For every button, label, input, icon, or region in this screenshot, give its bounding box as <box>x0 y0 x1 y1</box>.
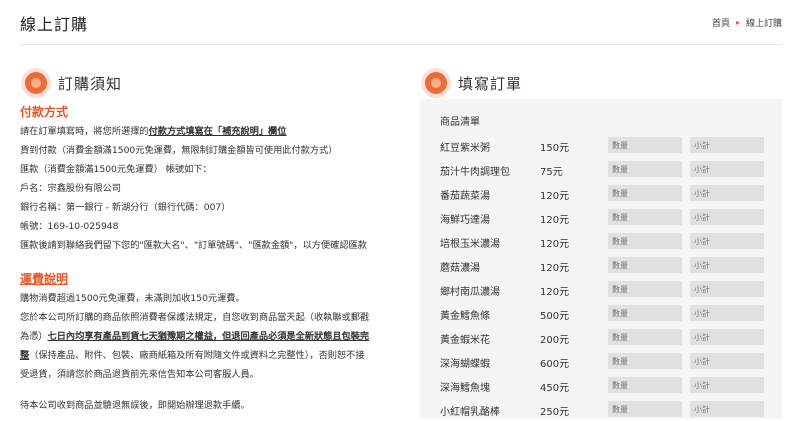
breadcrumb-home-link[interactable]: 首頁 <box>712 16 730 29</box>
product-name: 黃金蝦米花 <box>440 335 490 346</box>
product-name: 黃金鱈魚條 <box>440 311 490 322</box>
shipping-line-3: 為憑）七日內均享有產品到貨七天猶豫期之權益，但退回產品必須是全新狀態且包裝完 <box>20 327 410 346</box>
shipping-line-4-text: （保持產品、附件、包裝、廠商紙箱及所有附隨文件或資料之完整性），否則恕不接 <box>29 350 365 361</box>
quantity-input[interactable] <box>608 257 682 273</box>
product-price: 120元 <box>540 263 570 274</box>
notice-title: 訂購須知 <box>58 75 123 93</box>
product-row: 海鮮巧達湯 120元 <box>440 207 772 229</box>
product-name: 培根玉米濃湯 <box>440 239 500 250</box>
subtotal-field[interactable] <box>690 257 764 273</box>
product-row: 蘑菇濃湯 120元 <box>440 255 772 277</box>
product-name: 蘑菇濃湯 <box>440 263 480 274</box>
order-title: 填寫訂單 <box>458 75 523 93</box>
product-price: 120元 <box>540 287 570 298</box>
product-name: 深海鱈魚塊 <box>440 383 490 394</box>
product-name: 茄汁牛肉調理包 <box>440 167 510 178</box>
quantity-input[interactable] <box>608 305 682 321</box>
shipping-line-4-emphasis: 整 <box>20 350 30 361</box>
subtotal-field[interactable] <box>690 185 764 201</box>
product-price: 120元 <box>540 239 570 250</box>
product-row: 小紅帽乳酪棒 250元 <box>440 399 772 421</box>
breadcrumb: 首頁 ▸ 線上訂購 <box>712 16 782 29</box>
payment-line-1-text: 請在訂單填寫時，將您所選擇的 <box>20 126 149 137</box>
product-row: 番茄蔬菜湯 120元 <box>440 183 772 205</box>
product-name: 深海蝴蝶蝦 <box>440 359 490 370</box>
notice-content: 付款方式 請在訂單填寫時，將您所選擇的付款方式填寫在「補充說明」欄位 貨到付款（… <box>20 102 410 415</box>
page-title: 線上訂購 <box>20 15 89 34</box>
product-row: 紅豆紫米粥 150元 <box>440 135 772 157</box>
product-name: 小紅帽乳酪棒 <box>440 407 500 418</box>
product-row: 深海蝴蝶蝦 600元 <box>440 351 772 373</box>
payment-line-7: 匯款後請到聯絡我們留下您的"匯款大名"、"訂單號碼"、"匯款金額"，以方便確認匯… <box>20 240 367 251</box>
subtotal-field[interactable] <box>690 353 764 369</box>
order-form-panel: 商品清單 紅豆紫米粥150元茄汁牛肉調理包75元番茄蔬菜湯120元海鮮巧達湯12… <box>420 99 782 419</box>
payment-heading: 付款方式 <box>20 105 69 119</box>
product-price: 75元 <box>540 167 563 178</box>
subtotal-field[interactable] <box>690 161 764 177</box>
product-price: 150元 <box>540 143 570 154</box>
quantity-input[interactable] <box>608 281 682 297</box>
order-section-icon <box>425 72 447 94</box>
product-price: 200元 <box>540 335 570 346</box>
quantity-input[interactable] <box>608 233 682 249</box>
shipping-line-4: 整（保持產品、附件、包裝、廠商紙箱及所有附隨文件或資料之完整性），否則恕不接 <box>20 346 410 365</box>
shipping-heading: 運費說明 <box>20 272 69 286</box>
product-name: 紅豆紫米粥 <box>440 143 490 154</box>
shipping-line-5: 受退貨，須請您於商品退貨前先來信告知本公司客服人員。 <box>20 369 259 380</box>
shipping-line-6: 待本公司收到商品並驗退無誤後，即開始辦理退款手續。 <box>20 400 250 411</box>
payment-line-2: 貨到付款（消費金額滿1500元免運費，無限制訂購金額皆可使用此付款方式） <box>20 145 338 156</box>
product-row: 深海鱈魚塊 450元 <box>440 375 772 397</box>
product-row: 黃金蝦米花 200元 <box>440 327 772 349</box>
product-name: 鄉村南瓜濃湯 <box>440 287 500 298</box>
subtotal-field[interactable] <box>690 137 764 153</box>
subtotal-field[interactable] <box>690 401 764 417</box>
product-price: 250元 <box>540 407 570 418</box>
quantity-input[interactable] <box>608 329 682 345</box>
quantity-input[interactable] <box>608 137 682 153</box>
breadcrumb-current: 線上訂購 <box>745 19 782 29</box>
subtotal-field[interactable] <box>690 329 764 345</box>
product-list-label: 商品清單 <box>440 117 480 128</box>
page-header: 線上訂購 首頁 ▸ 線上訂購 <box>0 0 800 44</box>
product-name: 海鮮巧達湯 <box>440 215 490 226</box>
subtotal-field[interactable] <box>690 233 764 249</box>
subtotal-field[interactable] <box>690 305 764 321</box>
product-price: 120元 <box>540 215 570 226</box>
quantity-input[interactable] <box>608 401 682 417</box>
subtotal-field[interactable] <box>690 377 764 393</box>
product-row: 茄汁牛肉調理包 75元 <box>440 159 772 181</box>
product-price: 500元 <box>540 311 570 322</box>
quantity-input[interactable] <box>608 353 682 369</box>
header-divider <box>20 44 782 45</box>
payment-line-1: 請在訂單填寫時，將您所選擇的付款方式填寫在「補充說明」欄位 <box>20 122 410 141</box>
product-row: 鄉村南瓜濃湯 120元 <box>440 279 772 301</box>
payment-line-5: 銀行名稱：第一銀行 - 新湖分行（銀行代碼：007） <box>20 202 231 213</box>
shipping-line-3-emphasis: 七日內均享有產品到貨七天猶豫期之權益，但退回產品必須是全新狀態且包裝完 <box>47 331 370 342</box>
quantity-input[interactable] <box>608 377 682 393</box>
quantity-input[interactable] <box>608 185 682 201</box>
notice-section-icon <box>25 72 47 94</box>
shipping-line-2: 您於本公司所訂購的商品依照消費者保護法規定，自您收到商品當天起（收執聯或郵戳 <box>20 312 370 323</box>
breadcrumb-separator-icon: ▸ <box>735 18 740 27</box>
shipping-line-1: 購物消費超過1500元免運費，未滿則加收150元運費。 <box>20 293 245 304</box>
product-price: 450元 <box>540 383 570 394</box>
quantity-input[interactable] <box>608 209 682 225</box>
payment-line-1-emphasis: 付款方式填寫在「補充說明」欄位 <box>148 126 287 137</box>
subtotal-field[interactable] <box>690 281 764 297</box>
shipping-line-3-text: 為憑） <box>20 331 48 342</box>
product-price: 600元 <box>540 359 570 370</box>
payment-line-4: 戶名：宗鑫股份有限公司 <box>20 183 122 194</box>
payment-line-6: 帳號：169-10-025948 <box>20 221 119 232</box>
subtotal-field[interactable] <box>690 209 764 225</box>
payment-line-3: 匯款（消費金額滿1500元免運費） 帳號如下： <box>20 164 212 175</box>
quantity-input[interactable] <box>608 161 682 177</box>
product-price: 120元 <box>540 191 570 202</box>
product-name: 番茄蔬菜湯 <box>440 191 490 202</box>
product-row: 黃金鱈魚條 500元 <box>440 303 772 325</box>
product-row: 培根玉米濃湯 120元 <box>440 231 772 253</box>
